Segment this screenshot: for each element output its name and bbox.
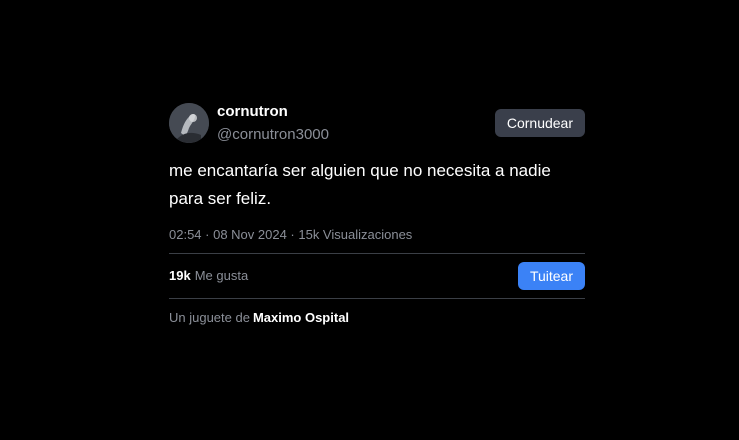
follow-button[interactable]: Cornudear (494, 109, 585, 137)
likes-count: 19k (169, 268, 191, 283)
tweet-button[interactable]: Tuitear (517, 262, 585, 290)
avatar-image (169, 103, 209, 143)
avatar[interactable] (169, 103, 209, 143)
tweet-meta: 02:54 · 08 Nov 2024 · 15k Visualizacione… (169, 227, 413, 242)
footer: Un juguete de Maximo Ospital (169, 309, 585, 327)
tweet-card: cornutron @cornutron3000 Cornudear me en… (169, 102, 585, 327)
tweet-header: cornutron @cornutron3000 Cornudear (169, 102, 585, 144)
tweet-text: me encantaría ser alguien que no necesit… (169, 161, 551, 208)
footer-prefix: Un juguete de (169, 310, 250, 325)
tweet-actions: 19k Me gusta Tuitear (169, 254, 585, 298)
divider (169, 298, 585, 299)
likes[interactable]: 19k Me gusta (169, 267, 248, 285)
display-name[interactable]: cornutron (217, 102, 329, 122)
user-names: cornutron @cornutron3000 (217, 102, 329, 145)
user-handle[interactable]: @cornutron3000 (217, 125, 329, 145)
likes-label: Me gusta (194, 268, 249, 283)
footer-author-link[interactable]: Maximo Ospital (253, 310, 349, 325)
